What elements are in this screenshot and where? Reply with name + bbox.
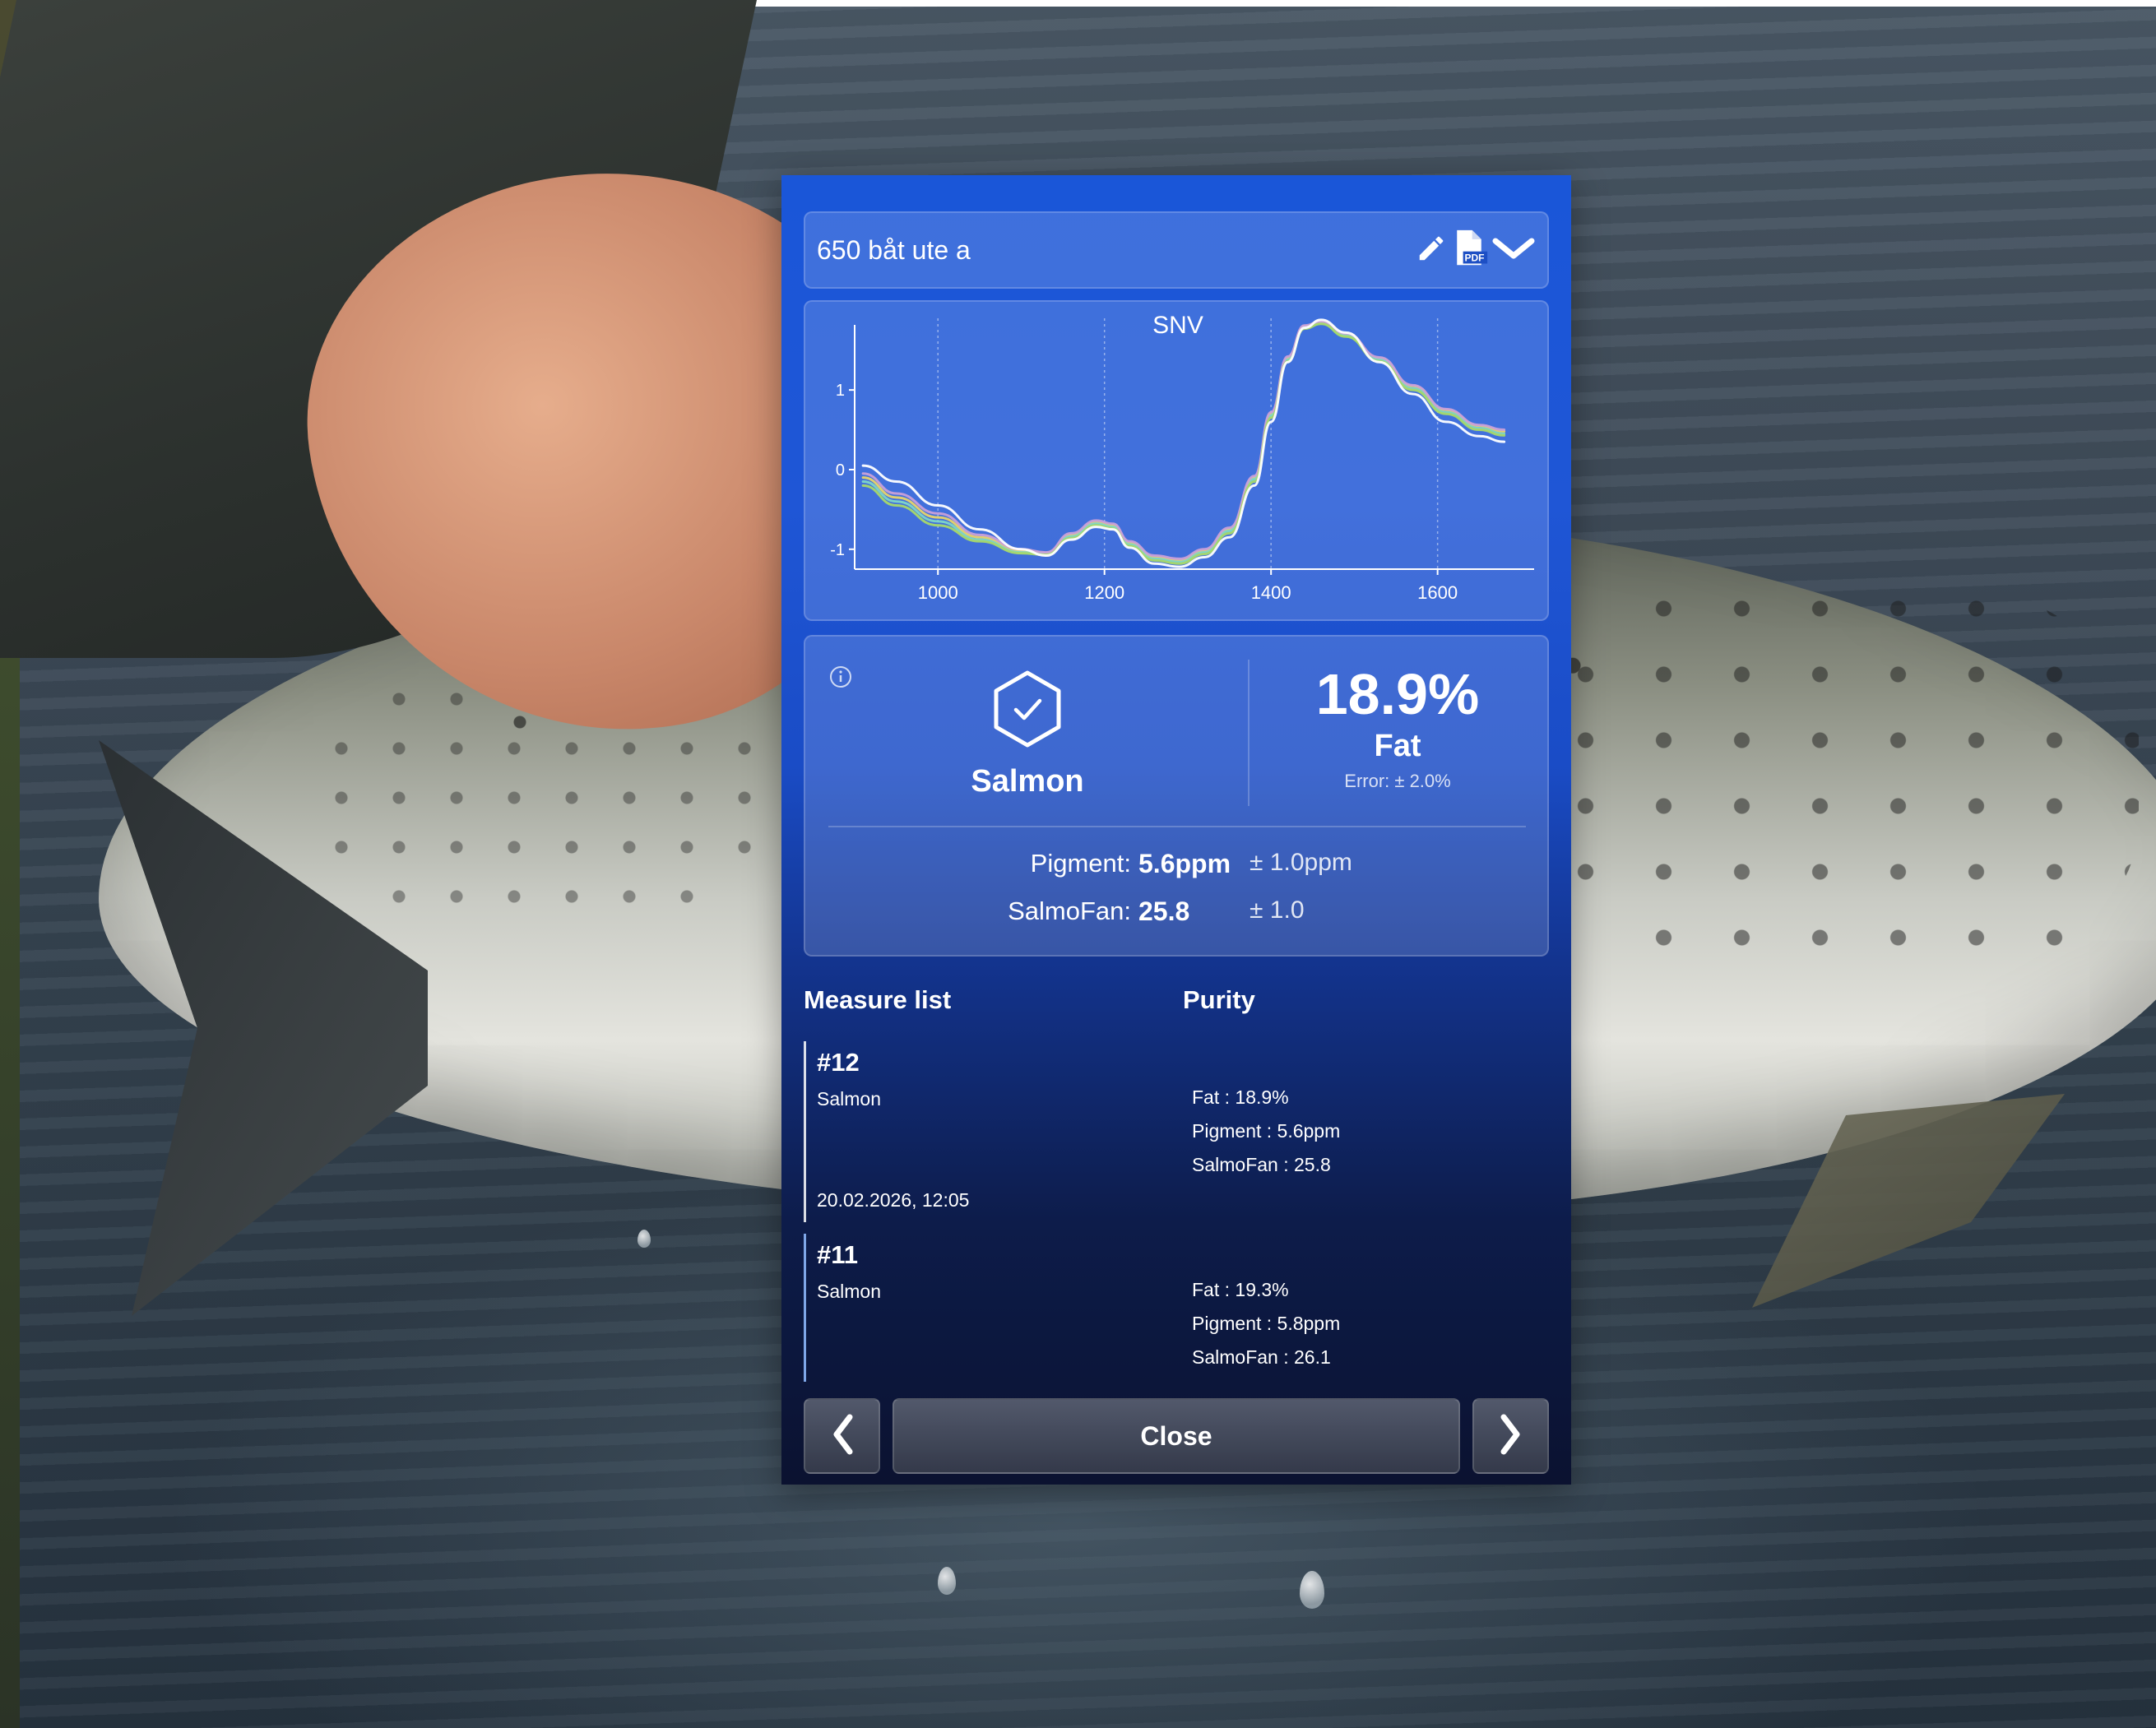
divider [828, 826, 1526, 827]
species-label: Salmon [971, 764, 1084, 799]
chart-title: SNV [1152, 312, 1203, 339]
salmofan-value: 25.8 [1138, 896, 1190, 926]
measure-purity: Fat : 18.9% Pigment : 5.6ppm SalmoFan : … [1192, 1081, 1340, 1182]
purity-salmofan: SalmoFan : 25.8 [1192, 1154, 1331, 1175]
measure-species: Salmon [817, 1088, 881, 1110]
svg-text:PDF: PDF [1464, 252, 1484, 263]
chart-series [861, 318, 1506, 568]
next-button[interactable] [1472, 1398, 1549, 1474]
x-tick-label: 1400 [1251, 582, 1291, 603]
water-drop [938, 1567, 956, 1595]
measure-purity: Fat : 19.3% Pigment : 5.8ppm SalmoFan : … [1192, 1273, 1340, 1374]
snv-spectrum-chart: SNV 1000 1200 1400 1600 -1 0 1 [830, 312, 1534, 603]
pdf-file-icon: PDF [1450, 229, 1488, 272]
export-pdf-button[interactable]: PDF [1450, 225, 1488, 275]
purity-pigment: Pigment : 5.6ppm [1192, 1120, 1341, 1142]
fat-error: Error: ± 2.0% [1344, 771, 1451, 791]
species-result: Salmon [904, 669, 1151, 799]
measure-species: Salmon [817, 1281, 881, 1302]
close-button[interactable]: Close [893, 1398, 1460, 1474]
list-item-marker [804, 1234, 806, 1382]
x-tick-label: 1200 [1084, 582, 1124, 603]
measure-list-heading: Measure list [804, 985, 952, 1014]
spectrum-series-line [861, 320, 1506, 560]
water-drop [1300, 1571, 1324, 1609]
x-tick-label: 1000 [918, 582, 958, 603]
y-tick-label: 1 [836, 382, 845, 400]
divider [1248, 660, 1250, 806]
y-tick-label: -1 [830, 541, 845, 559]
pigment-label: Pigment: [1030, 849, 1131, 878]
measure-number: #12 [817, 1048, 860, 1077]
purity-pigment: Pigment : 5.8ppm [1192, 1313, 1341, 1334]
info-icon[interactable] [828, 665, 853, 693]
pencil-icon [1416, 233, 1447, 268]
purity-heading: Purity [1183, 985, 1255, 1014]
expand-button[interactable] [1491, 225, 1536, 275]
chevron-down-icon [1491, 234, 1536, 266]
previous-button[interactable] [804, 1398, 880, 1474]
fat-label: Fat [1374, 729, 1421, 763]
measurement-title[interactable]: 650 båt ute a [817, 235, 1412, 266]
hexagon-check-icon [990, 670, 1064, 752]
purity-fat: Fat : 18.9% [1192, 1086, 1289, 1108]
x-tick-label: 1600 [1417, 582, 1458, 603]
chevron-right-icon [1499, 1413, 1523, 1460]
measurement-panel: 650 båt ute a PDF SNV 1000 1200 1400 1600 -1… [781, 175, 1571, 1485]
fat-value: 18.9% [1315, 662, 1480, 726]
pigment-value: 5.6ppm [1138, 849, 1231, 878]
fat-result: 18.9% Fat Error: ± 2.0% [1266, 661, 1529, 792]
measure-number: #11 [817, 1240, 859, 1269]
pigment-error: ± 1.0ppm [1250, 849, 1352, 876]
purity-fat: Fat : 19.3% [1192, 1279, 1289, 1300]
header-bar: 650 båt ute a PDF [804, 211, 1549, 289]
y-tick-label: 0 [836, 461, 845, 479]
spectrum-chart-card: SNV 1000 1200 1400 1600 -1 0 1 [804, 300, 1549, 621]
salmofan-label: SalmoFan: [1008, 896, 1131, 925]
list-item-marker [804, 1041, 806, 1222]
list-item[interactable]: #12 Salmon 20.02.2026, 12:05 Fat : 18.9%… [804, 1041, 1549, 1222]
chart-grid [937, 318, 1439, 569]
fish-spots [1546, 576, 2139, 987]
salmofan-error: ± 1.0 [1250, 896, 1305, 924]
list-item[interactable]: #11 Salmon Fat : 19.3% Pigment : 5.8ppm … [804, 1234, 1549, 1382]
result-card: Salmon 18.9% Fat Error: ± 2.0% Pigment: … [804, 635, 1549, 957]
chevron-left-icon [830, 1413, 855, 1460]
purity-salmofan: SalmoFan : 26.1 [1192, 1346, 1331, 1368]
measure-datetime: 20.02.2026, 12:05 [817, 1189, 970, 1211]
edit-button[interactable] [1416, 225, 1447, 275]
chart-axes [849, 325, 1534, 575]
water-drop [638, 1230, 651, 1248]
